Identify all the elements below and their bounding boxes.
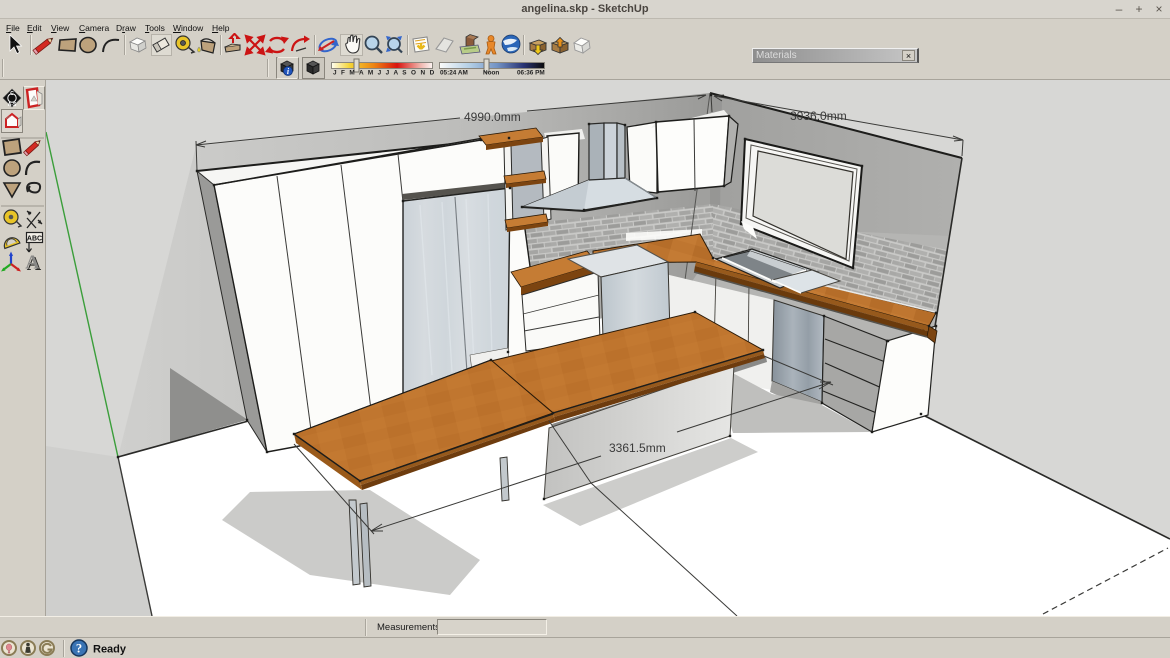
svg-text:Ready: Ready xyxy=(93,644,127,656)
svg-text:Noon: Noon xyxy=(483,70,499,77)
svg-text:?: ? xyxy=(76,642,82,656)
svg-text:4990.0mm: 4990.0mm xyxy=(464,110,521,124)
svg-text:3361.5mm: 3361.5mm xyxy=(609,441,666,455)
svg-text:05:24 AM: 05:24 AM xyxy=(440,70,468,77)
svg-text:C: C xyxy=(10,91,14,97)
svg-text:ABC: ABC xyxy=(27,236,42,243)
svg-text:J F M A M J J A S O N D: J F M A M J J A S O N D xyxy=(333,70,436,77)
svg-text:06:36 PM: 06:36 PM xyxy=(517,70,545,77)
svg-text:A: A xyxy=(25,252,40,274)
svg-text:3036.0mm: 3036.0mm xyxy=(790,109,847,123)
svg-text:A-S: A-S xyxy=(8,102,17,108)
